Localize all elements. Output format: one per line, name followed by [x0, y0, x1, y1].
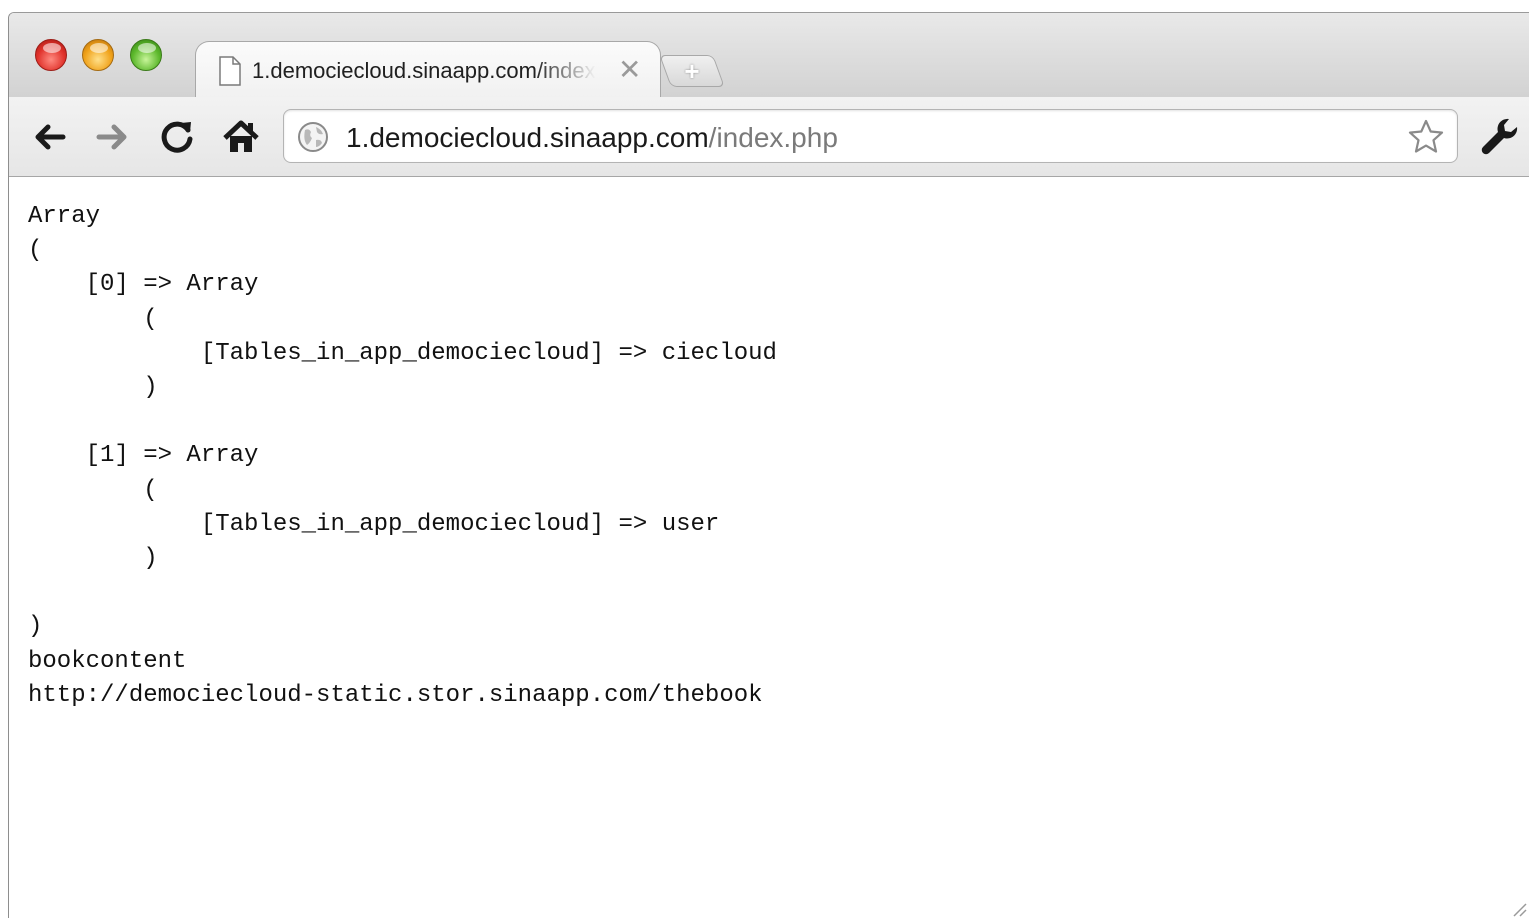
browser-window: 1.demociecloud.sinaapp.com/index.php ✕ + [8, 12, 1529, 918]
plus-icon: + [684, 56, 700, 86]
tab-close-icon[interactable]: ✕ [618, 54, 641, 85]
url-host: 1.demociecloud.sinaapp.com [346, 122, 709, 153]
resize-grip-icon[interactable] [1509, 899, 1527, 917]
globe-icon [298, 122, 328, 152]
tab-active[interactable]: 1.demociecloud.sinaapp.com/index.php ✕ [195, 41, 661, 98]
url-path: /index.php [708, 122, 838, 153]
new-tab-button[interactable]: + [659, 55, 725, 87]
zoom-window-button[interactable] [130, 39, 162, 71]
tab-strip: 1.demociecloud.sinaapp.com/index.php ✕ + [9, 13, 1529, 98]
forward-icon[interactable] [93, 117, 133, 157]
page-icon [219, 56, 241, 86]
home-icon[interactable] [221, 117, 261, 157]
back-icon[interactable] [29, 117, 69, 157]
reload-icon[interactable] [157, 117, 197, 157]
address-bar[interactable]: 1.demociecloud.sinaapp.com/index.php [283, 109, 1458, 163]
page-content: Array ( [0] => Array ( [Tables_in_app_de… [9, 178, 1529, 918]
url-text[interactable]: 1.demociecloud.sinaapp.com/index.php [346, 122, 838, 154]
close-window-button[interactable] [35, 39, 67, 71]
toolbar: 1.demociecloud.sinaapp.com/index.php [9, 97, 1529, 177]
tab-title: 1.demociecloud.sinaapp.com/index.php [252, 58, 596, 83]
print-r-output: Array ( [0] => Array ( [Tables_in_app_de… [28, 203, 777, 709]
minimize-window-button[interactable] [82, 39, 114, 71]
wrench-icon[interactable] [1479, 115, 1521, 157]
bookmark-star-icon[interactable] [1407, 118, 1445, 156]
